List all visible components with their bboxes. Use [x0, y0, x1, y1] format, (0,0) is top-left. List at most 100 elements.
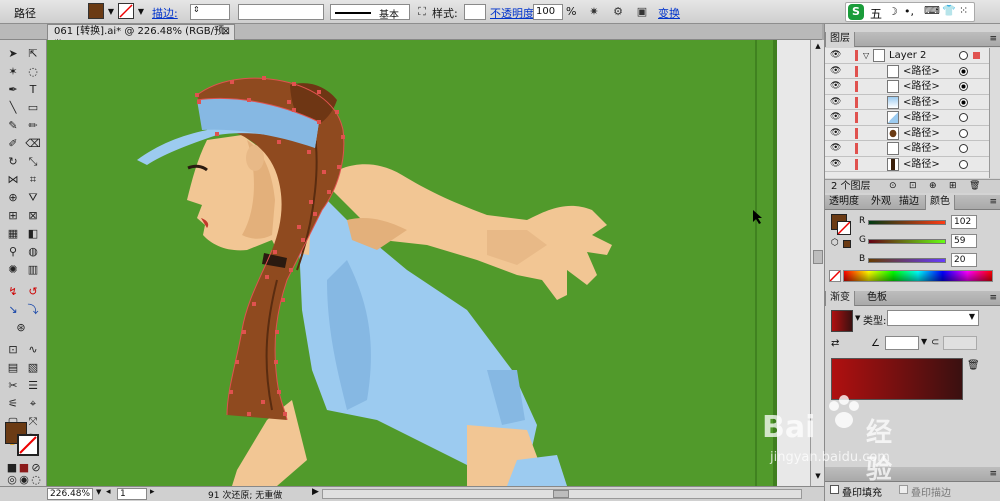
blob-brush-tool-icon[interactable]: ✐	[4, 136, 22, 152]
target-icon[interactable]	[959, 97, 968, 107]
rotate-tool-icon[interactable]: ↻	[4, 154, 22, 170]
artboard-tool-icon[interactable]: ⊡	[4, 342, 22, 358]
scissors-tool-icon[interactable]: ✂	[4, 378, 22, 394]
shape-builder-tool-icon[interactable]: ⊕	[4, 190, 22, 206]
tab-swatches[interactable]: 色板	[863, 291, 891, 306]
scroll-thumb[interactable]	[813, 250, 823, 264]
grid-icon[interactable]: ⁙	[959, 4, 968, 17]
gear-icon[interactable]: ⚙	[610, 4, 626, 20]
horizontal-scrollbar[interactable]	[322, 489, 802, 499]
gradient-dropdown-icon[interactable]: ▼	[855, 314, 860, 322]
locate-object-icon[interactable]: ⊙	[889, 180, 897, 193]
eye-icon[interactable]: 👁	[830, 110, 841, 125]
line-tool-icon[interactable]: ╲	[4, 100, 22, 116]
target-icon[interactable]	[959, 144, 968, 153]
aspect-ratio-icon[interactable]: ⊂	[931, 337, 939, 348]
stroke-weight-field[interactable]: ⇕	[190, 4, 230, 20]
opacity-field[interactable]: 100	[533, 4, 563, 20]
fill-swatch[interactable]	[88, 3, 104, 19]
reverse-gradient-icon[interactable]: ⇄	[831, 338, 839, 349]
graphic-style-icon[interactable]: ⛶	[414, 4, 430, 20]
layers-scrollbar[interactable]	[989, 48, 1000, 178]
ime-toolbar[interactable]: S 五 ☽ •, ⌨ 👕 ⁙	[845, 2, 975, 22]
clipping-mask-icon[interactable]: ⊡	[909, 180, 917, 193]
recolor-icon[interactable]: ✷	[586, 4, 602, 20]
eyedropper-tool-icon[interactable]: ⚲	[4, 244, 22, 260]
sublayer-row[interactable]: 👁 <路径>	[825, 94, 989, 110]
sublayer-row[interactable]: 👁 <路径>	[825, 141, 989, 157]
eye-icon[interactable]: 👁	[830, 64, 841, 79]
delete-stop-icon[interactable]: 🗑	[967, 360, 980, 371]
live-paint-tool-icon[interactable]: ⛛	[24, 190, 42, 206]
none-color-button[interactable]	[829, 270, 841, 282]
wrinkle-tool-icon[interactable]: ∿	[24, 342, 42, 358]
ime-mode[interactable]: 五	[870, 5, 882, 22]
bloat-tool-icon[interactable]: ⤵	[24, 302, 42, 318]
scroll-up-icon[interactable]: ▲	[813, 42, 823, 52]
layer-name[interactable]: Layer 2	[889, 48, 926, 63]
overprint-stroke-checkbox[interactable]	[899, 485, 908, 494]
shirt-icon[interactable]: 👕	[942, 4, 956, 17]
r-slider[interactable]	[868, 220, 946, 225]
type-tool-icon[interactable]: T	[24, 82, 42, 98]
paintbrush-tool-icon[interactable]: ✎	[4, 118, 22, 134]
layer-row[interactable]: 👁 ▽ Layer 2	[825, 48, 989, 64]
keyboard-icon[interactable]: ⌨	[924, 4, 940, 17]
eye-icon[interactable]: 👁	[830, 157, 841, 172]
sublayer-name[interactable]: <路径>	[903, 110, 940, 125]
first-artboard-icon[interactable]: ◂	[106, 487, 111, 497]
pencil-tool-icon[interactable]: ✏	[24, 118, 42, 134]
punctuation-icon[interactable]: •,	[904, 5, 914, 18]
free-transform-tool-icon[interactable]: ⌗	[24, 172, 42, 188]
b-value[interactable]: 20	[951, 253, 977, 267]
style-picker[interactable]	[464, 4, 486, 20]
panel-menu-icon[interactable]: ≡	[989, 32, 997, 46]
eye-icon[interactable]: 👁	[830, 79, 841, 94]
panel-menu-icon[interactable]: ≡	[989, 291, 997, 305]
sublayer-name[interactable]: <路径>	[903, 95, 940, 110]
stroke-color-box[interactable]	[17, 434, 39, 456]
lasso-tool-icon[interactable]: ◌	[24, 64, 42, 80]
scroll-down-icon[interactable]: ▼	[813, 472, 823, 482]
r-value[interactable]: 102	[951, 215, 977, 229]
pucker-tool-icon[interactable]: ↘	[4, 302, 22, 318]
twirl-tool-icon[interactable]: ↺	[24, 284, 42, 300]
layers-panel-header[interactable]: 图层 ≡	[825, 32, 1000, 47]
next-artboard-icon[interactable]: ▸	[150, 487, 155, 497]
fill-dropdown[interactable]: ▼	[106, 4, 116, 20]
width-tool-icon[interactable]: ⋈	[4, 172, 22, 188]
sublayer-name[interactable]: <路径>	[903, 126, 940, 141]
h-scroll-thumb[interactable]	[553, 490, 569, 498]
zoom-field[interactable]: 226.48%	[47, 488, 93, 500]
variable-width-field[interactable]	[238, 4, 324, 20]
new-sublayer-icon[interactable]: ⊕	[929, 180, 937, 193]
angle-field[interactable]	[885, 336, 919, 350]
measure-tool-icon[interactable]: ⚟	[4, 396, 22, 412]
opacity-link[interactable]: 不透明度:	[490, 5, 538, 21]
aspect-ratio-field[interactable]	[943, 336, 977, 350]
stroke-swatch[interactable]	[118, 3, 134, 19]
sublayer-name[interactable]: <路径>	[903, 79, 940, 94]
artboard-canvas[interactable]	[47, 40, 810, 486]
column-graph-tool-icon[interactable]: ▥	[24, 262, 42, 278]
gradient-preview[interactable]	[831, 310, 853, 332]
cube-icon[interactable]: ⬡	[831, 238, 839, 248]
eye-icon[interactable]: 👁	[830, 48, 841, 63]
stroke-dropdown[interactable]: ▼	[136, 4, 146, 20]
status-menu-icon[interactable]: ▶	[312, 487, 319, 497]
gradient-fill-icon[interactable]: ◧	[24, 226, 42, 242]
pen-tool-icon[interactable]: ✒	[4, 82, 22, 98]
sublayer-row[interactable]: 👁 <路径>	[825, 79, 989, 95]
selection-tool-icon[interactable]: ➤	[4, 46, 22, 62]
target-icon[interactable]	[959, 66, 968, 76]
color-spectrum[interactable]	[843, 270, 993, 282]
mesh-tool-icon[interactable]: ⊠	[24, 208, 42, 224]
angle-dropdown-icon[interactable]: ▼	[921, 337, 927, 346]
moon-icon[interactable]: ☽	[888, 5, 898, 18]
g-slider[interactable]	[868, 239, 946, 244]
eye-icon[interactable]: 👁	[830, 126, 841, 141]
sublayer-row[interactable]: 👁 <路径>	[825, 156, 989, 172]
eyedropper-alt-tool-icon[interactable]: ⌖	[24, 396, 42, 412]
target-icon[interactable]	[959, 82, 968, 91]
sublayer-row[interactable]: 👁 <路径>	[825, 110, 989, 126]
